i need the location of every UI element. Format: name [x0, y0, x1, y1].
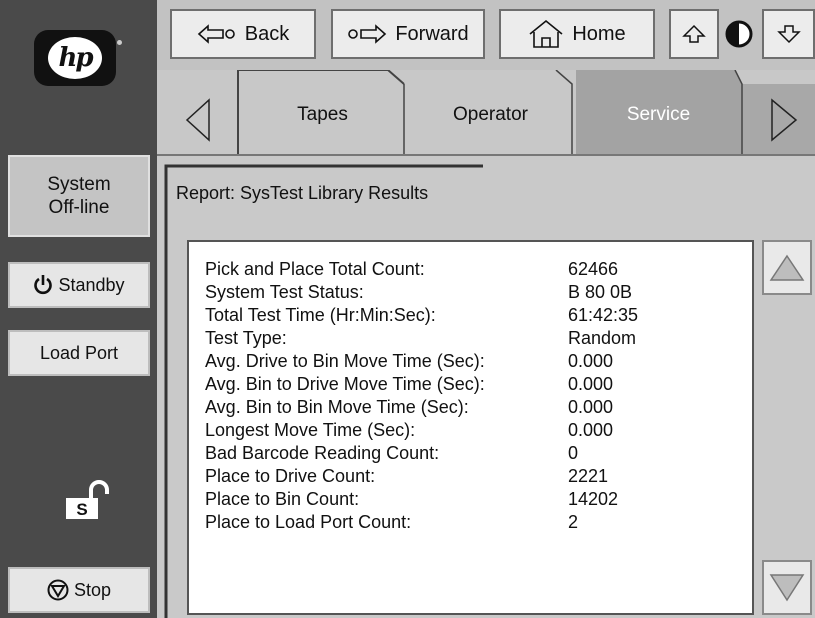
home-button[interactable]: Home [499, 9, 655, 59]
down-arrow-icon [776, 25, 801, 44]
row-value: 2 [568, 512, 579, 532]
forward-button[interactable]: Forward [331, 9, 485, 59]
unlocked-padlock-icon[interactable]: S [64, 480, 116, 520]
standby-label: Standby [58, 274, 125, 295]
stop-button[interactable]: Stop [8, 567, 150, 613]
contrast-up-button[interactable] [669, 9, 719, 59]
tab-service[interactable]: Service [576, 100, 741, 130]
scroll-down-triangle-icon [769, 574, 805, 602]
row-label: Place to Load Port Count: [205, 512, 412, 532]
up-arrow-icon [682, 24, 706, 43]
scroll-up-triangle-icon [769, 254, 805, 281]
row-value: 61:42:35 [568, 305, 639, 325]
report-title: Report: SysTest Library Results [176, 183, 429, 203]
row-label: Avg. Bin to Bin Move Time (Sec): [205, 397, 469, 417]
hp-logo-text: hp [58, 43, 93, 73]
system-status-line2: Off-line [48, 197, 110, 218]
contrast-icon [723, 18, 755, 50]
system-offline-button[interactable]: System Off-line [8, 155, 150, 237]
row-label: Bad Barcode Reading Count: [205, 443, 440, 463]
row-value: 0.000 [568, 374, 614, 394]
row-label: System Test Status: [205, 282, 364, 302]
row-value: 0 [568, 443, 579, 463]
stop-label: Stop [73, 579, 112, 600]
forward-arrow-icon [348, 24, 387, 44]
back-label: Back [244, 22, 290, 45]
home-label: Home [572, 22, 626, 45]
scroll-down-button[interactable] [762, 560, 812, 615]
scroll-up-button[interactable] [762, 240, 812, 295]
back-arrow-icon [197, 24, 235, 44]
left-triangle-icon[interactable] [185, 98, 210, 142]
row-label: Avg. Drive to Bin Move Time (Sec): [205, 351, 485, 371]
row-label: Place to Drive Count: [205, 466, 376, 486]
hp-logo-disc: hp [48, 37, 102, 79]
load-port-label: Load Port [39, 342, 119, 363]
row-value: B 80 0B [568, 282, 633, 302]
lock-letter: S [76, 500, 87, 519]
standby-button[interactable]: Standby [8, 262, 150, 308]
left-sidebar [0, 0, 157, 618]
tab-operator[interactable]: Operator [408, 100, 573, 130]
contrast-down-button[interactable] [762, 9, 815, 59]
load-port-button[interactable]: Load Port [8, 330, 150, 376]
registered-mark [117, 40, 122, 45]
back-button[interactable]: Back [170, 9, 316, 59]
row-value: 2221 [568, 466, 609, 486]
row-value: 0.000 [568, 420, 614, 440]
stop-icon [47, 579, 69, 601]
row-value: 0.000 [568, 397, 614, 417]
tab-next-bg [742, 84, 815, 156]
forward-label: Forward [395, 22, 469, 45]
row-label: Longest Move Time (Sec): [205, 420, 416, 440]
row-value: 14202 [568, 489, 619, 509]
tab-tapes[interactable]: Tapes [240, 100, 405, 130]
row-label: Pick and Place Total Count: [205, 259, 425, 279]
row-value: Random [568, 328, 637, 348]
row-label: Test Type: [205, 328, 287, 348]
row-label: Avg. Bin to Drive Move Time (Sec): [205, 374, 485, 394]
row-label: Total Test Time (Hr:Min:Sec): [205, 305, 436, 325]
home-icon [529, 19, 563, 48]
row-label: Place to Bin Count: [205, 489, 360, 509]
system-status-line1: System [47, 174, 111, 195]
hp-logo: hp [34, 30, 116, 86]
power-icon [34, 275, 53, 295]
row-value: 0.000 [568, 351, 614, 371]
row-value: 62466 [568, 259, 619, 279]
